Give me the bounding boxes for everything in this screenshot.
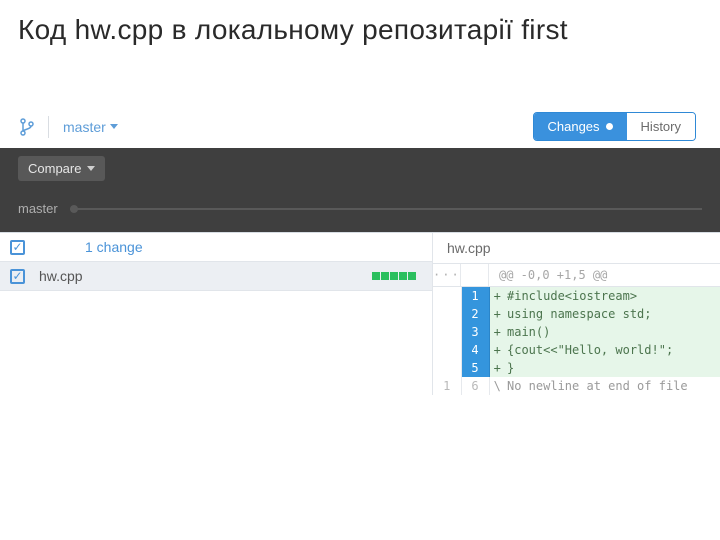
diff-line: 4+{cout<<"Hello, world!"; <box>433 341 720 359</box>
line-number-new: 6 <box>461 377 489 395</box>
diff-line: 3+main() <box>433 323 720 341</box>
change-summary-text: 1 change <box>85 239 143 255</box>
diff-line: 5+} <box>433 359 720 377</box>
content-split: ✓ 1 change ✓ hw.cpp hw.cpp <box>0 232 720 395</box>
diff-stat-squares <box>372 272 416 280</box>
select-all-checkbox[interactable]: ✓ <box>10 240 25 255</box>
line-number-old <box>433 305 461 323</box>
diff-line-text: #include<iostream> <box>505 287 720 305</box>
add-square-icon <box>399 272 407 280</box>
hunk-header: ··· @@ -0,0 +1,5 @@ <box>433 264 720 287</box>
check-icon: ✓ <box>12 241 22 253</box>
timeline-branch-label: master <box>18 201 58 216</box>
diff-sign: + <box>489 287 505 305</box>
branch-dropdown[interactable]: master <box>63 119 118 135</box>
file-list-pane: ✓ 1 change ✓ hw.cpp <box>0 233 433 395</box>
diff-sign: \ <box>489 377 505 395</box>
git-app: master Changes History Compare master <box>0 106 720 395</box>
tab-history-label: History <box>641 119 681 134</box>
slide-title: Код hw.cpp в локальному репозитарії firs… <box>0 0 720 46</box>
diff-pane: hw.cpp ··· @@ -0,0 +1,5 @@ 1+#include<io… <box>433 233 720 395</box>
compare-panel: Compare master <box>0 148 720 232</box>
diff-line-text: {cout<<"Hello, world!"; <box>505 341 720 359</box>
check-icon: ✓ <box>12 270 22 282</box>
compare-button[interactable]: Compare <box>18 156 105 181</box>
tab-changes-label: Changes <box>548 119 600 134</box>
line-number-new: 3 <box>461 323 489 341</box>
add-square-icon <box>408 272 416 280</box>
file-row[interactable]: ✓ hw.cpp <box>0 262 432 291</box>
line-number-new: 5 <box>461 359 489 377</box>
add-square-icon <box>381 272 389 280</box>
line-number-old <box>433 287 461 305</box>
file-checkbox[interactable]: ✓ <box>10 269 25 284</box>
view-tab-group: Changes History <box>533 112 697 141</box>
toolbar-divider <box>48 116 49 138</box>
tab-history[interactable]: History <box>627 113 695 140</box>
diff-file-header: hw.cpp <box>433 233 720 264</box>
toolbar-left: master <box>20 116 118 138</box>
diff-line: 16\No newline at end of file <box>433 377 720 395</box>
chevron-down-icon <box>110 124 118 129</box>
gutter-new <box>461 264 489 286</box>
changes-indicator-dot <box>606 123 613 130</box>
line-number-old <box>433 359 461 377</box>
branch-dropdown-label: master <box>63 119 106 135</box>
diff-sign: + <box>489 359 505 377</box>
diff-line-text: using namespace std; <box>505 305 720 323</box>
gutter-old: ··· <box>433 264 461 286</box>
diff-sign: + <box>489 341 505 359</box>
tab-changes[interactable]: Changes <box>534 113 627 140</box>
diff-line-text: main() <box>505 323 720 341</box>
diff-line-text: } <box>505 359 720 377</box>
hunk-range: @@ -0,0 +1,5 @@ <box>489 264 617 286</box>
compare-button-label: Compare <box>28 161 81 176</box>
line-number-new: 4 <box>461 341 489 359</box>
line-number-old <box>433 341 461 359</box>
diff-sign: + <box>489 305 505 323</box>
branch-timeline <box>70 208 702 210</box>
line-number-old: 1 <box>433 377 461 395</box>
line-number-old <box>433 323 461 341</box>
diff-line: 1+#include<iostream> <box>433 287 720 305</box>
line-number-new: 1 <box>461 287 489 305</box>
branch-icon <box>20 118 34 136</box>
line-number-new: 2 <box>461 305 489 323</box>
diff-sign: + <box>489 323 505 341</box>
diff-line: 2+using namespace std; <box>433 305 720 323</box>
chevron-down-icon <box>87 166 95 171</box>
compare-row: Compare <box>0 148 720 189</box>
diff-line-text: No newline at end of file <box>505 377 720 395</box>
file-name: hw.cpp <box>39 268 372 284</box>
branch-timeline-row: master <box>0 189 720 232</box>
top-toolbar: master Changes History <box>0 106 720 148</box>
add-square-icon <box>390 272 398 280</box>
change-summary-row: ✓ 1 change <box>0 233 432 262</box>
diff-table: 1+#include<iostream>2+using namespace st… <box>433 287 720 395</box>
add-square-icon <box>372 272 380 280</box>
